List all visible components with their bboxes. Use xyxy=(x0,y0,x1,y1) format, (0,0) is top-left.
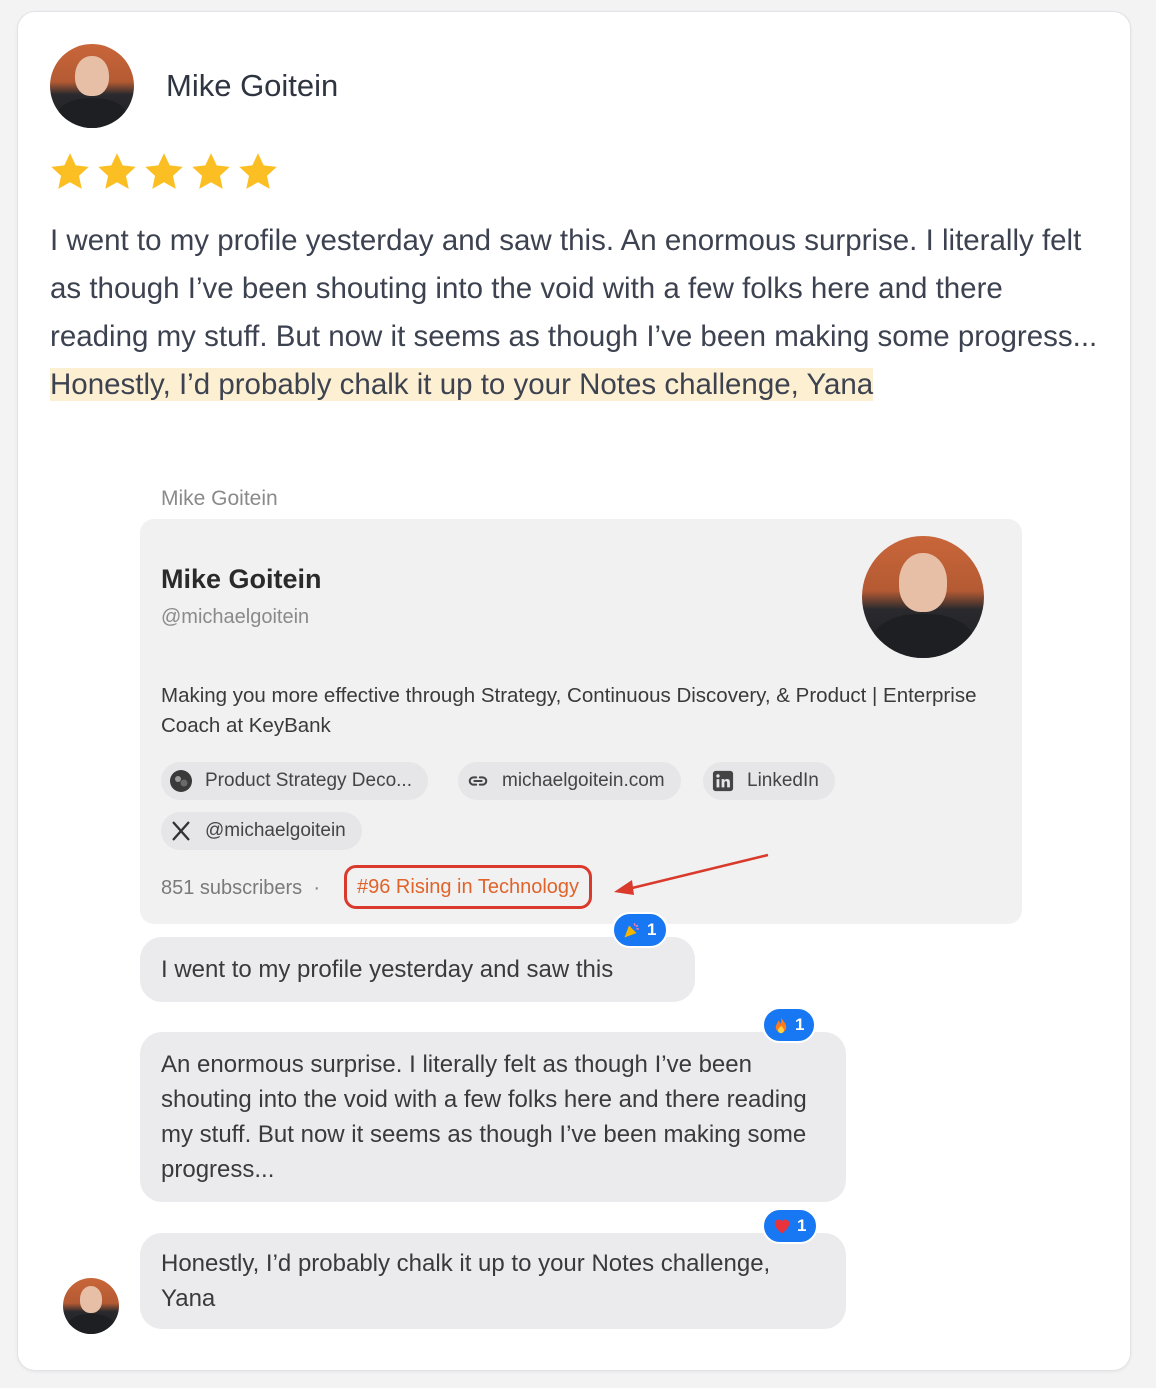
screenshot-author-name: Mike Goitein xyxy=(161,487,278,510)
review-text: I went to my profile yesterday and saw t… xyxy=(50,217,1100,409)
message-bubble: Honestly, I’d probably chalk it up to yo… xyxy=(140,1233,846,1329)
chip-publication[interactable]: Product Strategy Deco... xyxy=(161,762,428,800)
sender-avatar xyxy=(63,1278,119,1334)
message-text: Honestly, I’d probably chalk it up to yo… xyxy=(161,1250,771,1312)
linkedin-icon xyxy=(711,769,735,793)
party-popper-icon xyxy=(624,923,639,938)
chip-label: LinkedIn xyxy=(747,770,819,791)
reaction-count: 1 xyxy=(647,920,657,939)
annotation-arrow-icon xyxy=(614,853,769,895)
reviewer-avatar xyxy=(50,44,134,128)
chip-x-handle[interactable]: @michaelgoitein xyxy=(161,812,362,850)
reaction-badge[interactable]: 1 xyxy=(762,1007,817,1043)
star-icon xyxy=(239,153,277,189)
chip-label: Product Strategy Deco... xyxy=(205,770,412,791)
reaction-badge[interactable]: 1 xyxy=(762,1208,819,1244)
message-bubble: I went to my profile yesterday and saw t… xyxy=(140,937,695,1002)
embedded-screenshot: Mike Goitein Mike Goitein @michaelgoitei… xyxy=(18,477,1132,1357)
star-icon xyxy=(51,153,89,189)
x-logo-icon xyxy=(169,819,193,843)
rising-rank-badge[interactable]: #96 Rising in Technology xyxy=(344,865,593,909)
reviewer-name: Mike Goitein xyxy=(166,68,339,103)
publication-icon xyxy=(169,769,193,793)
profile-card: Mike Goitein @michaelgoitein Making you … xyxy=(140,519,1022,924)
link-icon xyxy=(466,769,490,793)
chip-website[interactable]: michaelgoitein.com xyxy=(458,762,681,800)
profile-name: Mike Goitein xyxy=(161,564,322,594)
reaction-badge[interactable]: 1 xyxy=(612,912,669,948)
review-text-plain: I went to my profile yesterday and saw t… xyxy=(50,224,1098,353)
star-icon xyxy=(98,153,136,189)
fire-icon xyxy=(775,1016,787,1034)
star-icon xyxy=(145,153,183,189)
review-card: Mike Goitein I went to my profile yester… xyxy=(17,11,1131,1371)
reaction-count: 1 xyxy=(797,1216,807,1235)
profile-handle: @michaelgoitein xyxy=(161,606,310,628)
chip-label: @michaelgoitein xyxy=(205,820,346,841)
chip-linkedin[interactable]: LinkedIn xyxy=(703,762,835,800)
review-text-highlight: Honestly, I’d probably chalk it up to yo… xyxy=(50,368,874,401)
reaction-count: 1 xyxy=(795,1015,805,1034)
heart-icon xyxy=(774,1219,790,1234)
message-text: I went to my profile yesterday and saw t… xyxy=(161,956,614,983)
star-rating xyxy=(48,150,280,194)
star-icon xyxy=(192,153,230,189)
subscriber-count: 851 subscribers · xyxy=(161,877,320,899)
message-text: An enormous surprise. I literally felt a… xyxy=(161,1051,807,1183)
profile-bio: Making you more effective through Strate… xyxy=(161,684,977,737)
chip-label: michaelgoitein.com xyxy=(502,770,665,791)
profile-avatar xyxy=(862,536,984,658)
message-bubble: An enormous surprise. I literally felt a… xyxy=(140,1032,846,1202)
